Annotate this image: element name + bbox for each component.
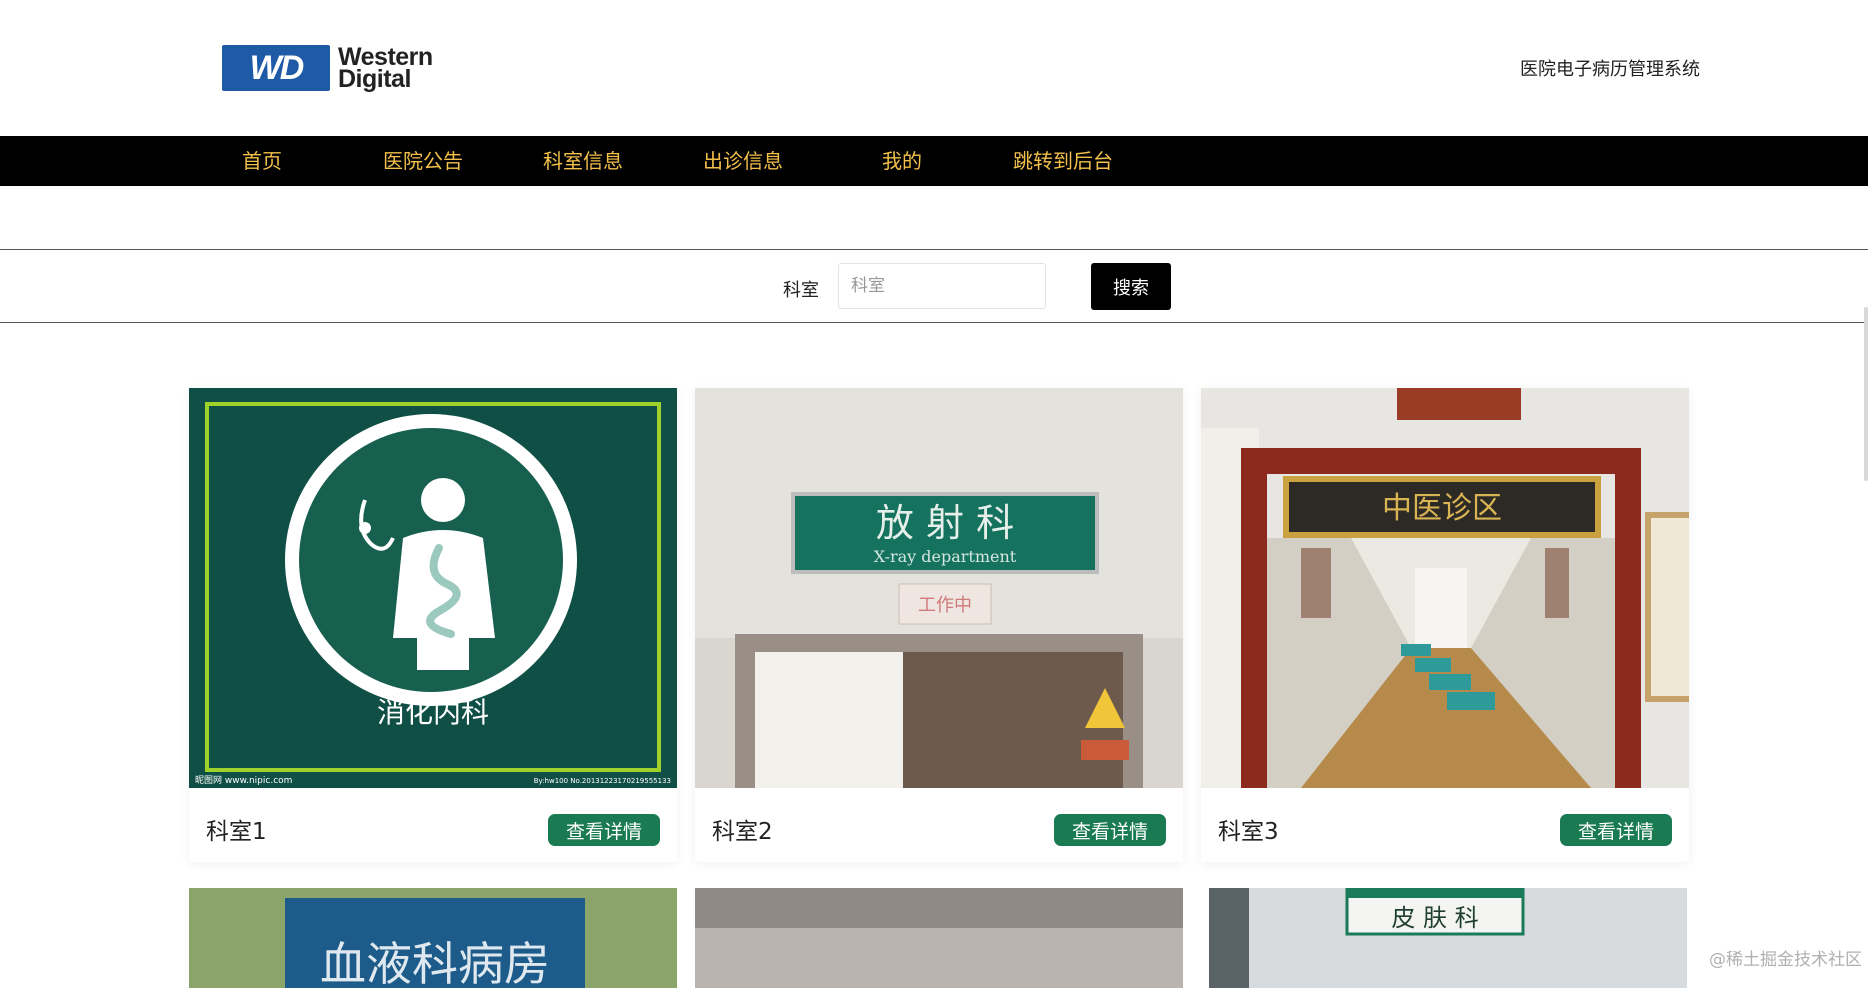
nav-item-department-info[interactable]: 科室信息 [543, 136, 623, 186]
hematology-ward-sign-image: 血液科病房 [189, 888, 677, 988]
image-caption: 皮 肤 科 [1391, 904, 1478, 932]
nav-item-home[interactable]: 首页 [242, 136, 282, 186]
nav-item-hospital-notice[interactable]: 医院公告 [383, 136, 463, 186]
system-title: 医院电子病历管理系统 [1520, 59, 1700, 80]
digestive-medicine-sign-image: 消化内科 昵图网 www.nipic.com By:hw100 No.20131… [189, 388, 677, 788]
image-subcaption: X-ray department [874, 547, 1017, 566]
department-card-partial[interactable] [695, 888, 1183, 988]
card-image[interactable]: 消化内科 昵图网 www.nipic.com By:hw100 No.20131… [189, 388, 677, 788]
card-footer: 科室1 查看详情 [189, 788, 677, 862]
corridor-wall-image [695, 888, 1183, 988]
nav-item-clinic-info[interactable]: 出诊信息 [703, 136, 783, 186]
image-caption: 中医诊区 [1382, 491, 1502, 526]
image-caption: 放 射 科 [876, 501, 1014, 545]
department-card: 中医诊区 科室3 查看详情 [1201, 388, 1689, 862]
search-button[interactable]: 搜索 [1091, 263, 1171, 310]
search-label: 科室 [783, 280, 819, 301]
search-bar: 科室 搜索 [0, 249, 1868, 323]
department-card-partial[interactable]: 皮 肤 科 [1209, 888, 1687, 988]
view-details-button[interactable]: 查看详情 [1054, 814, 1166, 846]
dermatology-sign-image: 皮 肤 科 [1209, 888, 1687, 988]
image-credit-right: By:hw100 No.20131223170219555133 [534, 777, 671, 785]
department-name: 科室3 [1218, 819, 1279, 845]
card-footer: 科室3 查看详情 [1201, 788, 1689, 862]
nav-item-go-to-admin[interactable]: 跳转到后台 [1013, 136, 1113, 186]
department-card-partial[interactable]: 血液科病房 [189, 888, 677, 988]
wd-logo-mark: WD [222, 45, 330, 91]
department-search-input[interactable] [838, 263, 1046, 309]
radiology-department-door-image: 放 射 科 X-ray department 工作中 [695, 388, 1183, 788]
watermark: @稀土掘金技术社区 [1709, 950, 1862, 970]
view-details-button[interactable]: 查看详情 [548, 814, 660, 846]
department-card: 放 射 科 X-ray department 工作中 科室2 查看详情 [695, 388, 1183, 862]
card-image[interactable]: 放 射 科 X-ray department 工作中 [695, 388, 1183, 788]
site-header: WD Western Digital 医院电子病历管理系统 [0, 0, 1868, 136]
image-credit-left: 昵图网 www.nipic.com [195, 775, 292, 786]
card-footer: 科室2 查看详情 [695, 788, 1183, 862]
tcm-clinic-corridor-image: 中医诊区 [1201, 388, 1689, 788]
department-name: 科室1 [206, 819, 267, 845]
department-name: 科室2 [712, 819, 773, 845]
image-caption: 血液科病房 [320, 937, 550, 988]
card-image[interactable]: 中医诊区 [1201, 388, 1689, 788]
image-caption: 消化内科 [377, 696, 489, 729]
department-card: 消化内科 昵图网 www.nipic.com By:hw100 No.20131… [189, 388, 677, 862]
view-details-button[interactable]: 查看详情 [1560, 814, 1672, 846]
logo-wordmark: Western Digital [338, 43, 433, 93]
western-digital-logo[interactable]: WD Western Digital [222, 44, 458, 92]
image-badge: 工作中 [918, 595, 972, 616]
nav-item-mine[interactable]: 我的 [882, 136, 922, 186]
main-nav: 首页 医院公告 科室信息 出诊信息 我的 跳转到后台 [0, 136, 1868, 186]
page-scrollbar[interactable] [1864, 307, 1868, 481]
